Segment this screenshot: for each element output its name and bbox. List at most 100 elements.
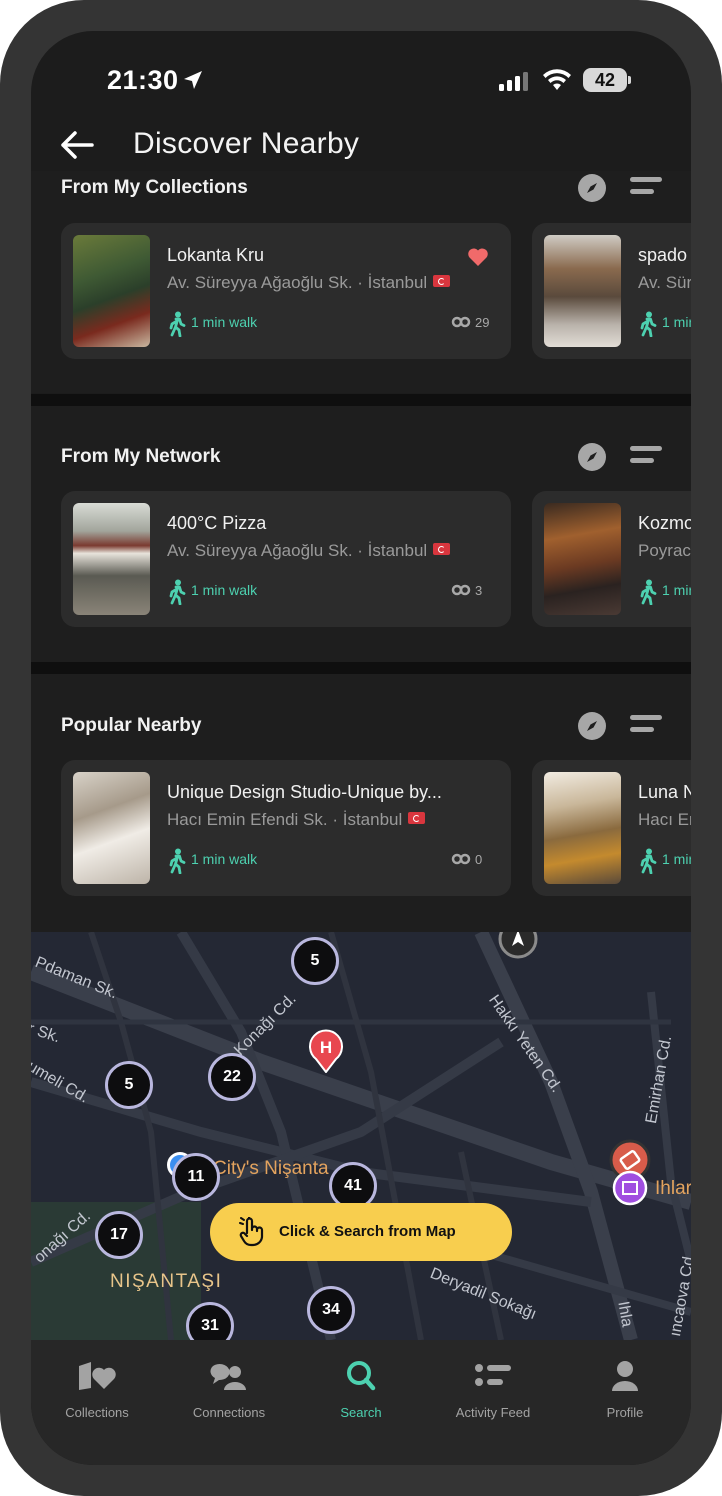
district-label: NIŞANTAŞI bbox=[110, 1271, 223, 1292]
walk-icon bbox=[169, 579, 186, 605]
poi-label: City's Nişanta bbox=[213, 1158, 329, 1179]
link-icon bbox=[451, 584, 471, 596]
place-address: Hacı Er bbox=[638, 810, 691, 829]
battery-indicator: 42 bbox=[583, 68, 627, 92]
poi-label: Ihlar bbox=[655, 1178, 691, 1199]
place-photo bbox=[73, 772, 150, 884]
wifi-icon bbox=[543, 69, 571, 90]
turkey-flag-icon bbox=[408, 812, 426, 824]
map-view[interactable]: Pdaman Sk. r Sk. umeli Cd. Konağı Cd. Ha… bbox=[31, 932, 691, 1340]
walk-icon bbox=[640, 579, 657, 605]
status-time: 21:30 bbox=[107, 65, 179, 95]
walk-time: 1 min walk bbox=[191, 314, 258, 330]
map-cluster[interactable]: 11 bbox=[172, 1153, 220, 1201]
walk-icon bbox=[640, 848, 657, 874]
device-frame: 21:30 42 Discover Nearby From My Collect… bbox=[0, 0, 722, 1496]
place-card[interactable]: spado Av. Sür 1 min bbox=[532, 223, 691, 359]
link-count: 3 bbox=[475, 583, 483, 598]
location-arrow-icon bbox=[184, 71, 202, 89]
place-address: Poyrac bbox=[638, 541, 691, 560]
section-title: From My Collections bbox=[61, 177, 248, 198]
place-name: 400°C Pizza bbox=[167, 513, 267, 533]
page-title: Discover Nearby bbox=[133, 127, 360, 160]
hospital-marker-icon[interactable]: H bbox=[308, 1029, 344, 1073]
sort-icon[interactable] bbox=[630, 446, 662, 468]
search-icon bbox=[347, 1361, 376, 1391]
map-cluster[interactable]: 22 bbox=[208, 1053, 256, 1101]
hospital-marker-label: H bbox=[320, 1038, 332, 1057]
link-count: 29 bbox=[475, 315, 490, 330]
pointer-hand-icon bbox=[239, 1217, 264, 1247]
search-from-map-button[interactable]: Click & Search from Map bbox=[210, 1203, 512, 1261]
battery-cap bbox=[628, 76, 631, 84]
walk-icon bbox=[640, 311, 657, 337]
compass-icon[interactable] bbox=[578, 174, 606, 202]
place-address: Hacı Emin Efendi Sk. · İstanbul bbox=[167, 810, 426, 830]
heart-icon[interactable] bbox=[467, 247, 489, 267]
tab-label: Collections bbox=[65, 1405, 129, 1420]
collections-section: From My Collections Lokanta Kru Av. Süre… bbox=[31, 171, 691, 393]
turkey-flag-icon bbox=[433, 543, 451, 555]
tab-collections[interactable]: Collections bbox=[31, 1340, 163, 1440]
tab-activity-feed[interactable]: Activity Feed bbox=[427, 1340, 559, 1440]
walk-time: 1 min bbox=[662, 314, 691, 330]
tab-label: Connections bbox=[192, 1405, 266, 1420]
place-card[interactable]: Lokanta Kru Av. Süreyya Ağaoğlu Sk. · İs… bbox=[61, 223, 511, 359]
place-address: Av. Süreyya Ağaoğlu Sk. · İstanbul bbox=[167, 541, 451, 561]
walk-time: 1 min walk bbox=[191, 582, 258, 598]
place-photo bbox=[73, 503, 150, 615]
address-text: Hacı Emin Efendi Sk. · İstanbul bbox=[167, 810, 403, 829]
place-card[interactable]: Kozmo Poyrac 1 min bbox=[532, 491, 691, 627]
app-screen: 21:30 42 Discover Nearby From My Collect… bbox=[31, 31, 691, 1465]
place-address: Av. Sür bbox=[638, 273, 691, 292]
network-section: From My Network 400°C Pizza Av. Süreyya … bbox=[31, 406, 691, 662]
popular-section: Popular Nearby Unique Design Studio-Uniq… bbox=[31, 674, 691, 932]
place-card[interactable]: Luna N Hacı Er 1 min bbox=[532, 760, 691, 896]
place-name: Luna N bbox=[638, 782, 691, 802]
tab-label: Activity Feed bbox=[455, 1405, 531, 1420]
tab-bar: Collections Connections Search Activity … bbox=[31, 1340, 691, 1465]
tab-connections[interactable]: Connections bbox=[163, 1340, 295, 1440]
signal-icon bbox=[499, 72, 528, 91]
back-arrow-icon[interactable] bbox=[59, 129, 95, 161]
section-divider bbox=[31, 394, 691, 406]
link-icon bbox=[451, 316, 471, 328]
tab-label: Profile bbox=[606, 1405, 644, 1420]
place-photo bbox=[544, 503, 621, 615]
place-name: spado bbox=[638, 245, 688, 265]
map-cluster[interactable]: 17 bbox=[95, 1211, 143, 1259]
search-from-map-label: Click & Search from Map bbox=[279, 1223, 456, 1240]
walk-time: 1 min bbox=[662, 582, 691, 598]
sort-icon[interactable] bbox=[630, 715, 662, 737]
place-photo bbox=[73, 235, 150, 347]
place-address: Av. Süreyya Ağaoğlu Sk. · İstanbul bbox=[167, 273, 451, 293]
compass-icon[interactable] bbox=[578, 712, 606, 740]
place-name: Unique Design Studio-Unique by... bbox=[167, 782, 442, 802]
address-text: Av. Süreyya Ağaoğlu Sk. · İstanbul bbox=[167, 273, 428, 292]
place-photo bbox=[544, 235, 621, 347]
link-count: 0 bbox=[475, 852, 483, 867]
section-title: Popular Nearby bbox=[61, 715, 202, 736]
map-cluster[interactable]: 5 bbox=[291, 937, 339, 985]
walk-time: 1 min bbox=[662, 851, 691, 867]
sort-icon[interactable] bbox=[630, 177, 662, 199]
compass-icon[interactable] bbox=[578, 443, 606, 471]
tab-profile[interactable]: Profile bbox=[559, 1340, 691, 1440]
tab-search[interactable]: Search bbox=[295, 1340, 427, 1440]
place-photo bbox=[544, 772, 621, 884]
place-name: Kozmo bbox=[638, 513, 691, 533]
map-cluster[interactable]: 5 bbox=[105, 1061, 153, 1109]
walk-icon bbox=[169, 848, 186, 874]
connections-icon bbox=[210, 1364, 246, 1390]
section-title: From My Network bbox=[61, 446, 221, 467]
walk-icon bbox=[169, 311, 186, 337]
place-card[interactable]: Unique Design Studio-Unique by... Hacı E… bbox=[61, 760, 511, 896]
profile-icon bbox=[612, 1361, 638, 1391]
tab-label: Search bbox=[340, 1405, 382, 1420]
map-cluster[interactable]: 34 bbox=[307, 1286, 355, 1334]
place-name: Lokanta Kru bbox=[167, 245, 265, 265]
mall-marker-icon[interactable] bbox=[612, 1170, 648, 1210]
navigation-marker-icon[interactable] bbox=[497, 932, 539, 960]
activity-feed-icon bbox=[475, 1364, 511, 1386]
place-card[interactable]: 400°C Pizza Av. Süreyya Ağaoğlu Sk. · İs… bbox=[61, 491, 511, 627]
